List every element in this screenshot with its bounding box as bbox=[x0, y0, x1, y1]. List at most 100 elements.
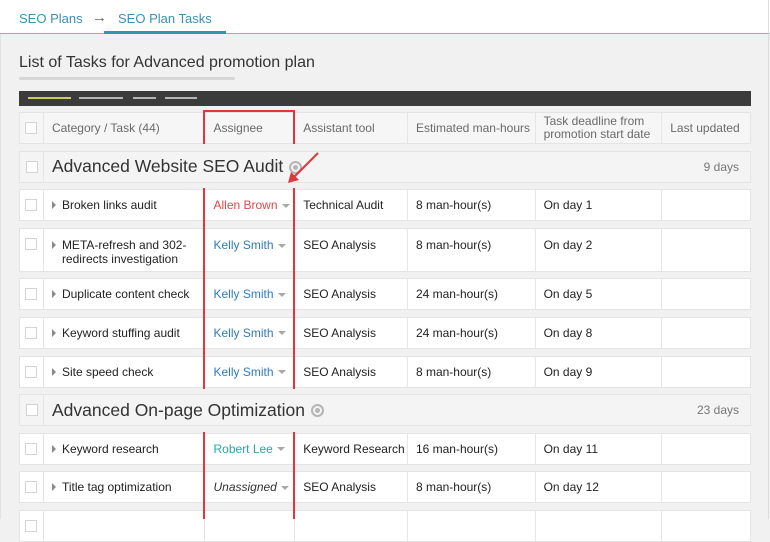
caret-right-icon[interactable] bbox=[51, 444, 56, 453]
caret-right-icon[interactable] bbox=[51, 367, 56, 376]
assignee-cell: Robert Lee bbox=[204, 433, 294, 464]
caret-down-icon bbox=[280, 485, 289, 490]
task-cell: Broken links audit bbox=[42, 190, 205, 221]
row-checkbox[interactable] bbox=[25, 326, 38, 339]
assignee-name: Kelly Smith bbox=[213, 325, 274, 340]
toolbar-tab-1[interactable] bbox=[28, 97, 71, 99]
assistant-tool: Keyword Research bbox=[294, 433, 407, 464]
assistant-tool: SEO Analysis bbox=[294, 279, 407, 310]
table-row[interactable] bbox=[19, 509, 751, 542]
breadcrumb-seo-plans[interactable]: SEO Plans bbox=[19, 11, 83, 26]
table-row[interactable]: Site speed check Kelly Smith SEO Analysis 8… bbox=[19, 355, 751, 388]
assignee-name: Unassigned bbox=[213, 480, 277, 495]
row-checkbox[interactable] bbox=[25, 442, 38, 455]
assignee-dropdown[interactable]: Kelly Smith bbox=[213, 287, 286, 301]
task-cell: META-refresh and 302-redirects investiga… bbox=[42, 228, 205, 271]
task-name[interactable]: Keyword stuffing audit bbox=[62, 326, 180, 340]
column-header-assignee[interactable]: Assignee bbox=[204, 113, 294, 143]
row-checkbox[interactable] bbox=[25, 365, 38, 378]
task-cell: Site speed check bbox=[42, 356, 205, 387]
assistant-tool: SEO Analysis bbox=[294, 228, 407, 271]
tasks-table: Category / Task (44) Assignee Assistant … bbox=[19, 112, 751, 542]
deadline: On day 5 bbox=[534, 279, 662, 310]
deadline: On day 12 bbox=[534, 472, 662, 503]
assignee-cell: Kelly Smith bbox=[204, 356, 294, 387]
row-checkbox[interactable] bbox=[25, 519, 38, 532]
assistant-tool: Technical Audit bbox=[294, 190, 407, 221]
table-row[interactable]: META-refresh and 302-redirects investiga… bbox=[19, 227, 751, 272]
caret-right-icon[interactable] bbox=[51, 201, 56, 210]
table-row[interactable]: Title tag optimization Unassigned SEO Anal… bbox=[19, 471, 751, 504]
deadline: On day 1 bbox=[534, 190, 662, 221]
caret-down-icon bbox=[277, 243, 286, 248]
deadline: On day 8 bbox=[534, 317, 662, 348]
toolbar-tab-4[interactable] bbox=[165, 97, 197, 99]
caret-right-icon[interactable] bbox=[51, 290, 56, 299]
toolbar-tab-3[interactable] bbox=[133, 97, 156, 99]
category-duration: 23 days bbox=[696, 403, 739, 418]
table-row[interactable]: Keyword stuffing audit Kelly Smith SEO Ana… bbox=[19, 316, 751, 349]
caret-down-icon bbox=[277, 331, 286, 336]
gear-icon[interactable] bbox=[310, 404, 324, 418]
assignee-dropdown[interactable]: Kelly Smith bbox=[213, 365, 286, 379]
table-row[interactable]: Duplicate content check Kelly Smith SEO An… bbox=[19, 278, 751, 311]
assignee-dropdown[interactable]: Kelly Smith bbox=[213, 238, 286, 252]
category-title[interactable]: Advanced Website SEO Audit bbox=[52, 156, 283, 177]
column-header-deadline[interactable]: Task deadline from promotion start date bbox=[534, 113, 662, 143]
assignee-cell bbox=[204, 510, 294, 541]
checkbox-cell bbox=[20, 190, 43, 220]
column-header-hours[interactable]: Estimated man-hours bbox=[406, 113, 535, 143]
gear-icon[interactable] bbox=[289, 160, 303, 174]
caret-right-icon[interactable] bbox=[51, 328, 56, 337]
table-row[interactable]: Keyword research Robert Lee Keyword Resear… bbox=[19, 432, 751, 465]
task-name[interactable]: Broken links audit bbox=[62, 198, 157, 212]
task-name[interactable]: Site speed check bbox=[62, 365, 153, 379]
assistant-tool: SEO Analysis bbox=[294, 317, 407, 348]
assignee-dropdown[interactable]: Kelly Smith bbox=[213, 325, 286, 340]
category-checkbox[interactable] bbox=[25, 160, 38, 173]
checkbox-cell bbox=[20, 357, 43, 387]
scrollbar-track[interactable] bbox=[768, 0, 769, 519]
assignee-dropdown[interactable]: Robert Lee bbox=[213, 442, 285, 456]
column-header-tool[interactable]: Assistant tool bbox=[294, 113, 407, 143]
column-header-updated[interactable]: Last updated bbox=[661, 113, 750, 143]
task-name[interactable]: Keyword research bbox=[62, 442, 159, 456]
task-name[interactable]: Title tag optimization bbox=[62, 480, 172, 494]
task-name[interactable]: META-refresh and 302-redirects investiga… bbox=[62, 238, 205, 266]
last-updated bbox=[661, 190, 750, 221]
task-cell: Title tag optimization bbox=[42, 472, 205, 503]
assistant-tool: SEO Analysis bbox=[294, 472, 407, 503]
category-title[interactable]: Advanced On-page Optimization bbox=[52, 400, 305, 421]
category-checkbox[interactable] bbox=[25, 404, 38, 417]
assignee-dropdown[interactable]: Allen Brown bbox=[213, 198, 290, 212]
select-all-cell bbox=[20, 113, 43, 143]
title-underline bbox=[19, 77, 235, 80]
top-nav-bar: SEO Plans → SEO Plan Tasks bbox=[0, 0, 770, 34]
task-name[interactable]: Duplicate content check bbox=[62, 287, 189, 301]
column-header-task[interactable]: Category / Task (44) bbox=[42, 113, 205, 143]
page-title: List of Tasks for Advanced promotion pla… bbox=[19, 54, 315, 71]
assignee-dropdown[interactable]: Unassigned bbox=[213, 480, 289, 495]
checkbox-cell bbox=[20, 434, 43, 464]
caret-right-icon[interactable] bbox=[51, 483, 56, 492]
select-all-checkbox[interactable] bbox=[25, 122, 38, 134]
assignee-cell: Kelly Smith bbox=[204, 317, 294, 348]
category-row: Advanced Website SEO Audit 9 days bbox=[19, 150, 751, 183]
estimated-hours: 8 man-hour(s) bbox=[406, 356, 535, 387]
row-checkbox[interactable] bbox=[25, 288, 38, 301]
deadline: On day 9 bbox=[534, 356, 662, 387]
caret-right-icon[interactable] bbox=[51, 240, 56, 249]
caret-down-icon bbox=[276, 447, 285, 452]
last-updated bbox=[661, 279, 750, 310]
last-updated bbox=[661, 433, 750, 464]
row-checkbox[interactable] bbox=[25, 481, 38, 494]
breadcrumb-seo-plan-tasks[interactable]: SEO Plan Tasks bbox=[118, 11, 212, 26]
toolbar-tab-2[interactable] bbox=[79, 97, 123, 99]
category-title-cell: Advanced On-page Optimization bbox=[43, 395, 697, 426]
table-row[interactable]: Broken links audit Allen Brown Technical A… bbox=[19, 189, 751, 222]
row-checkbox[interactable] bbox=[25, 199, 38, 212]
estimated-hours: 24 man-hour(s) bbox=[406, 317, 535, 348]
last-updated bbox=[661, 228, 750, 271]
row-checkbox[interactable] bbox=[25, 237, 38, 250]
arrow-right-icon: → bbox=[92, 9, 107, 26]
